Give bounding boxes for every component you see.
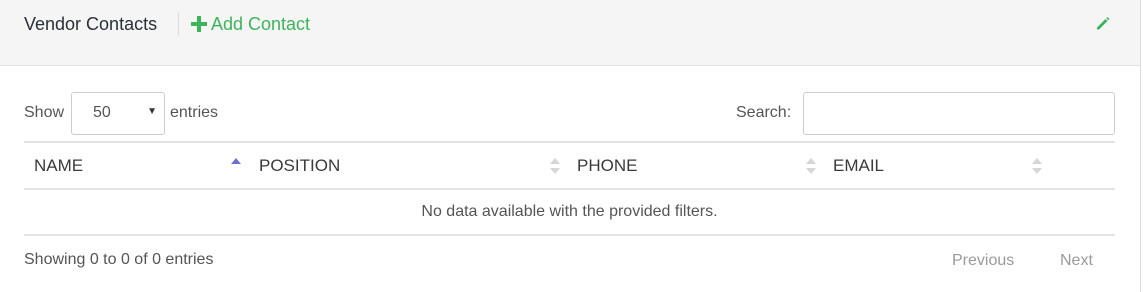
empty-table-message: No data available with the provided filt… [24, 190, 1115, 236]
search-input[interactable] [803, 92, 1115, 135]
contacts-table: NAME POSITION PHONE EMAIL No data availa… [24, 141, 1115, 236]
previous-page-button[interactable]: Previous [952, 252, 1014, 270]
column-header-phone[interactable]: PHONE [577, 143, 637, 188]
sort-ascending-icon [231, 158, 241, 164]
add-contact-label: Add Contact [211, 14, 311, 34]
page-length-value: 50 [93, 104, 111, 121]
title-divider [178, 12, 179, 36]
sort-both-icon [550, 158, 560, 174]
vendor-contacts-panel: Vendor Contacts Add Contact Show 50 ▼ en… [0, 0, 1141, 292]
search-label: Search: [736, 104, 792, 121]
add-contact-button[interactable]: Add Contact [191, 12, 310, 36]
panel-title: Vendor Contacts [24, 14, 158, 34]
show-label: Show [24, 104, 65, 121]
table-info: Showing 0 to 0 of 0 entries [24, 251, 214, 268]
plus-icon [191, 16, 207, 32]
column-header-email[interactable]: EMAIL [833, 143, 884, 188]
page-length-select[interactable]: 50 ▼ [71, 92, 165, 135]
entries-label: entries [170, 104, 219, 121]
column-header-position[interactable]: POSITION [259, 143, 340, 188]
pencil-icon[interactable] [1094, 14, 1112, 32]
sort-both-icon [1032, 158, 1042, 174]
next-page-button[interactable]: Next [1060, 252, 1093, 270]
sort-both-icon [806, 158, 816, 174]
column-header-name[interactable]: NAME [34, 143, 83, 188]
panel-header: Vendor Contacts Add Contact [0, 0, 1140, 66]
table-controls: Show 50 ▼ entries Search: [24, 92, 1115, 135]
table-header-row: NAME POSITION PHONE EMAIL [24, 143, 1115, 190]
caret-down-icon: ▼ [147, 106, 157, 117]
